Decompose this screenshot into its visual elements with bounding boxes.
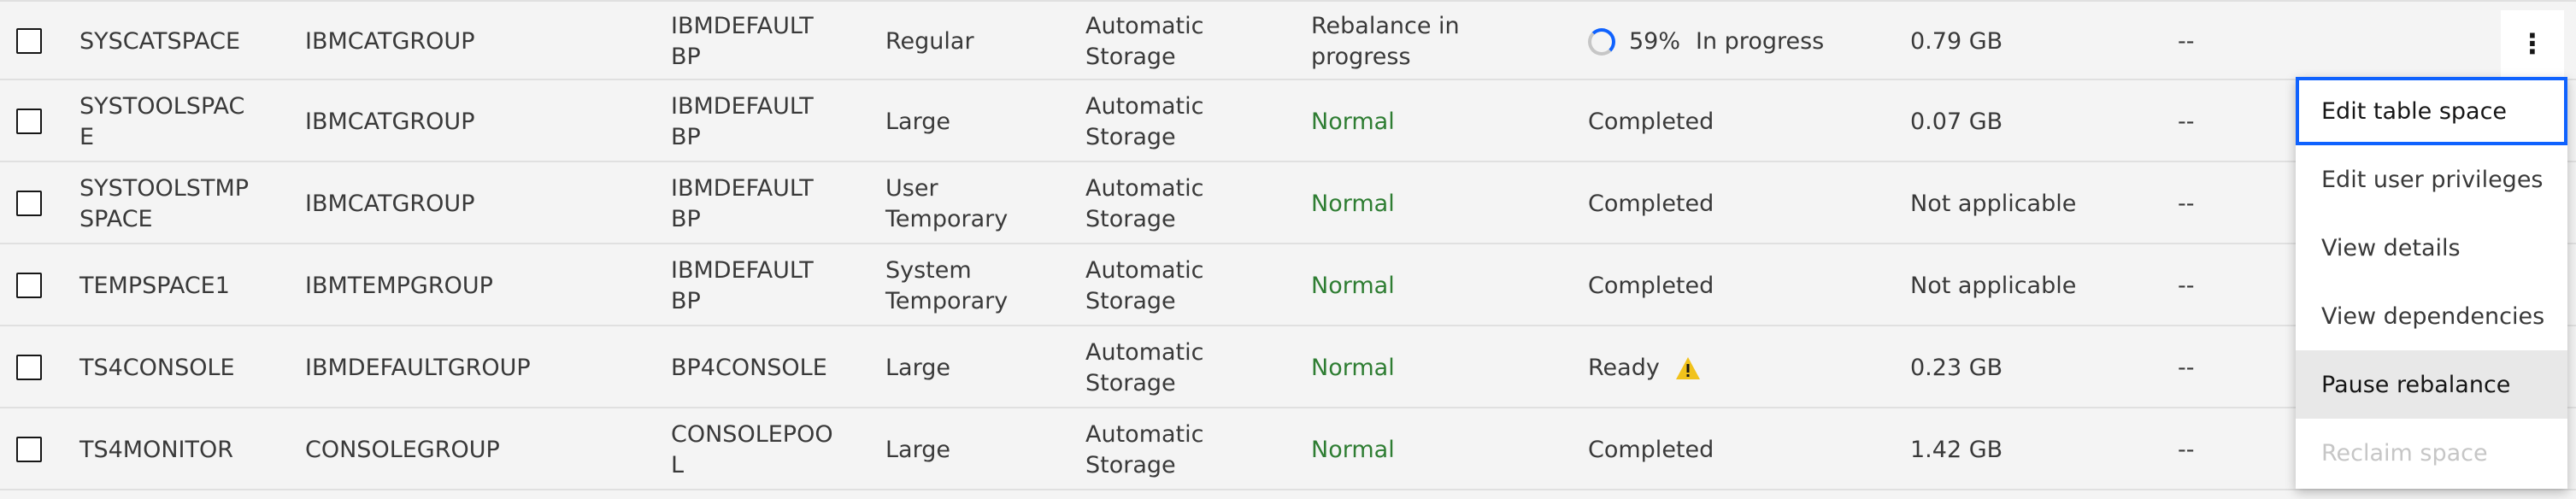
extra-value: --: [2178, 273, 2195, 299]
buffer-pool: BP4CONSOLE: [671, 355, 827, 381]
menu-item-view-dependencies[interactable]: View dependencies: [2296, 282, 2567, 350]
table-space-type: Large: [885, 355, 950, 381]
menu-item-reclaim-space: Reclaim space: [2321, 439, 2488, 467]
operation-status: Completed: [1588, 437, 1714, 463]
warning-triangle-icon[interactable]: [1675, 356, 1701, 380]
operation-status: Completed: [1588, 109, 1714, 135]
used-space: Not applicable: [1910, 191, 2077, 217]
table-space-name: SYSTOOLSPAC E: [79, 93, 245, 150]
menu-item-pause-rebalance[interactable]: Pause rebalance: [2296, 350, 2567, 419]
table-space-type: Large: [885, 109, 950, 135]
buffer-pool: IBMDEFAULT BP: [671, 257, 814, 314]
management-type: Automatic Storage: [1085, 339, 1204, 396]
operation-status: Completed: [1588, 273, 1714, 299]
table-row[interactable]: SYSTOOLSTMP SPACE IBMCATGROUP IBMDEFAULT…: [0, 164, 2576, 244]
storage-group: IBMTEMPGROUP: [305, 273, 493, 299]
table-space-name: TS4CONSOLE: [79, 355, 235, 381]
table-space-name: SYSTOOLSTMP SPACE: [79, 175, 250, 232]
table-row[interactable]: SYSTOOLSPAC E IBMCATGROUP IBMDEFAULT BP …: [0, 82, 2576, 162]
overflow-menu-button[interactable]: ⋮: [2501, 10, 2564, 77]
used-space: 0.07 GB: [1910, 109, 2003, 135]
menu-item-edit-table-space[interactable]: Edit table space: [2296, 77, 2567, 145]
management-type: Automatic Storage: [1085, 13, 1204, 70]
table-row[interactable]: TS4MONITOR CONSOLEGROUP CONSOLEPOO L Lar…: [0, 410, 2576, 490]
used-space: 1.42 GB: [1910, 437, 2003, 463]
table-space-name: TS4MONITOR: [79, 437, 234, 463]
row-checkbox[interactable]: [16, 109, 42, 134]
operation-status: Ready: [1588, 328, 1701, 408]
extra-value: --: [2178, 191, 2195, 217]
row-checkbox[interactable]: [16, 273, 42, 298]
operation-label: In progress: [1696, 28, 1825, 55]
operation-status: 59% In progress: [1588, 2, 1824, 82]
row-checkbox[interactable]: [16, 437, 42, 462]
storage-group: CONSOLEGROUP: [305, 437, 500, 463]
management-type: Automatic Storage: [1085, 257, 1204, 314]
management-type: Automatic Storage: [1085, 421, 1204, 478]
operation-status: Completed: [1588, 191, 1714, 217]
table-row[interactable]: TEMPSPACE1 IBMTEMPGROUP IBMDEFAULT BP Sy…: [0, 246, 2576, 326]
table-space-type: System Temporary: [885, 257, 1009, 314]
extra-value: --: [2178, 437, 2195, 463]
table-space-name: SYSCATSPACE: [79, 28, 241, 55]
buffer-pool: IBMDEFAULT BP: [671, 175, 814, 232]
extra-value: --: [2178, 109, 2195, 135]
status: Normal: [1311, 109, 1395, 135]
buffer-pool: IBMDEFAULT BP: [671, 93, 814, 150]
extra-value: --: [2178, 355, 2195, 381]
storage-group: IBMDEFAULTGROUP: [305, 355, 531, 381]
buffer-pool: CONSOLEPOO L: [671, 421, 833, 478]
table-space-type: Regular: [885, 28, 974, 55]
status: Rebalance in progress: [1311, 13, 1460, 70]
menu-item-edit-user-privileges[interactable]: Edit user privileges: [2296, 145, 2567, 214]
operation-label: Ready: [1588, 355, 1660, 381]
storage-group: IBMCATGROUP: [305, 191, 475, 217]
table-space-name: TEMPSPACE1: [79, 273, 230, 299]
table-row[interactable]: SYSCATSPACE IBMCATGROUP IBMDEFAULT BP Re…: [0, 0, 2576, 80]
row-checkbox[interactable]: [16, 191, 42, 216]
management-type: Automatic Storage: [1085, 93, 1204, 150]
row-checkbox[interactable]: [16, 355, 42, 380]
table-row[interactable]: TS4CONSOLE IBMDEFAULTGROUP BP4CONSOLE La…: [0, 328, 2576, 408]
status: Normal: [1311, 355, 1395, 381]
used-space: Not applicable: [1910, 273, 2077, 299]
status: Normal: [1311, 273, 1395, 299]
table-space-type: Large: [885, 437, 950, 463]
menu-item-view-details[interactable]: View details: [2296, 214, 2567, 282]
overflow-menu: Edit table space Edit user privileges Vi…: [2296, 77, 2567, 489]
buffer-pool: IBMDEFAULT BP: [671, 13, 814, 70]
storage-group: IBMCATGROUP: [305, 109, 475, 135]
row-checkbox[interactable]: [16, 28, 42, 54]
spinner-icon: [1588, 28, 1615, 56]
status: Normal: [1311, 437, 1395, 463]
progress-percent: 59%: [1629, 28, 1681, 55]
used-space: 0.79 GB: [1910, 28, 2003, 55]
overflow-menu-vertical-icon: ⋮: [2519, 27, 2546, 60]
table-space-type: User Temporary: [885, 175, 1009, 232]
status: Normal: [1311, 191, 1395, 217]
storage-group: IBMCATGROUP: [305, 28, 475, 55]
extra-value: --: [2178, 28, 2195, 55]
management-type: Automatic Storage: [1085, 175, 1204, 232]
used-space: 0.23 GB: [1910, 355, 2003, 381]
